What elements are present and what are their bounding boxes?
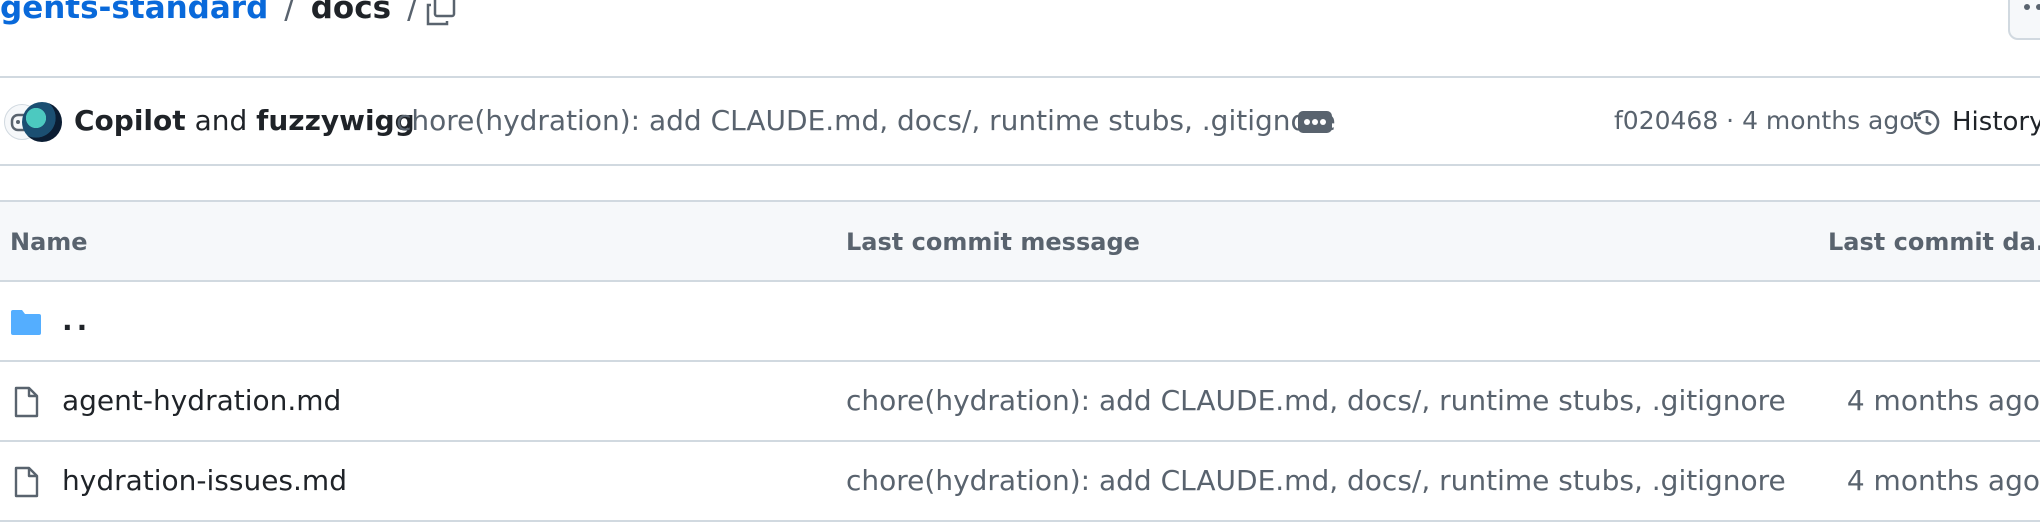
file-icon — [14, 466, 39, 498]
avatar-fuzzywigg[interactable] — [22, 102, 62, 142]
expand-commit-message-button[interactable] — [1298, 111, 1332, 133]
table-row[interactable]: hydration-issues.md chore(hydration): ad… — [0, 442, 2040, 522]
file-name-link[interactable]: agent-hydration.md — [62, 384, 341, 417]
more-options-button[interactable] — [2008, 0, 2040, 40]
column-header-message: Last commit message — [846, 228, 1140, 256]
file-commit-message-link[interactable]: chore(hydration): add CLAUDE.md, docs/, … — [846, 464, 1786, 497]
breadcrumb-separator: / — [284, 0, 295, 26]
author-conjunction: and — [194, 104, 248, 137]
file-commit-date: 4 months ago — [1846, 464, 2040, 497]
folder-icon — [11, 310, 41, 335]
breadcrumb: gents-standard / docs / — [0, 0, 434, 32]
breadcrumb-current: docs — [310, 0, 392, 26]
breadcrumb-trailing-separator: / — [407, 0, 418, 26]
parent-directory-link[interactable]: .. — [62, 304, 91, 337]
commit-message-link[interactable]: chore(hydration): add CLAUDE.md, docs/, … — [396, 104, 1336, 137]
table-header: Name Last commit message Last commit da.… — [0, 200, 2040, 282]
breadcrumb-repo-link[interactable]: gents-standard — [0, 0, 268, 26]
file-icon — [14, 386, 39, 418]
history-icon — [1913, 110, 1940, 135]
copy-path-button[interactable] — [424, 0, 458, 28]
file-commit-date: 4 months ago — [1846, 384, 2040, 417]
history-label: History — [1952, 107, 2040, 137]
commit-authors: Copilot and fuzzywigg — [74, 104, 415, 137]
file-commit-message-link[interactable]: chore(hydration): add CLAUDE.md, docs/, … — [846, 384, 1786, 417]
commit-hash-time[interactable]: f020468 · 4 months ago — [1614, 106, 1915, 135]
column-header-name: Name — [10, 228, 88, 256]
copy-icon — [426, 0, 456, 26]
kebab-horizontal-icon — [2024, 4, 2030, 10]
history-button[interactable]: History — [1912, 100, 2040, 144]
latest-commit-bar: Copilot and fuzzywigg chore(hydration): … — [0, 76, 2040, 166]
file-table: Name Last commit message Last commit da.… — [0, 200, 2040, 522]
table-row[interactable]: agent-hydration.md chore(hydration): add… — [0, 362, 2040, 442]
table-row-parent-directory[interactable]: .. — [0, 282, 2040, 362]
file-name-link[interactable]: hydration-issues.md — [62, 464, 347, 497]
author-link-copilot[interactable]: Copilot — [74, 104, 186, 137]
column-header-date: Last commit da... — [1828, 228, 2040, 256]
commit-avatars — [4, 102, 62, 142]
author-link-fuzzywigg[interactable]: fuzzywigg — [256, 104, 415, 137]
